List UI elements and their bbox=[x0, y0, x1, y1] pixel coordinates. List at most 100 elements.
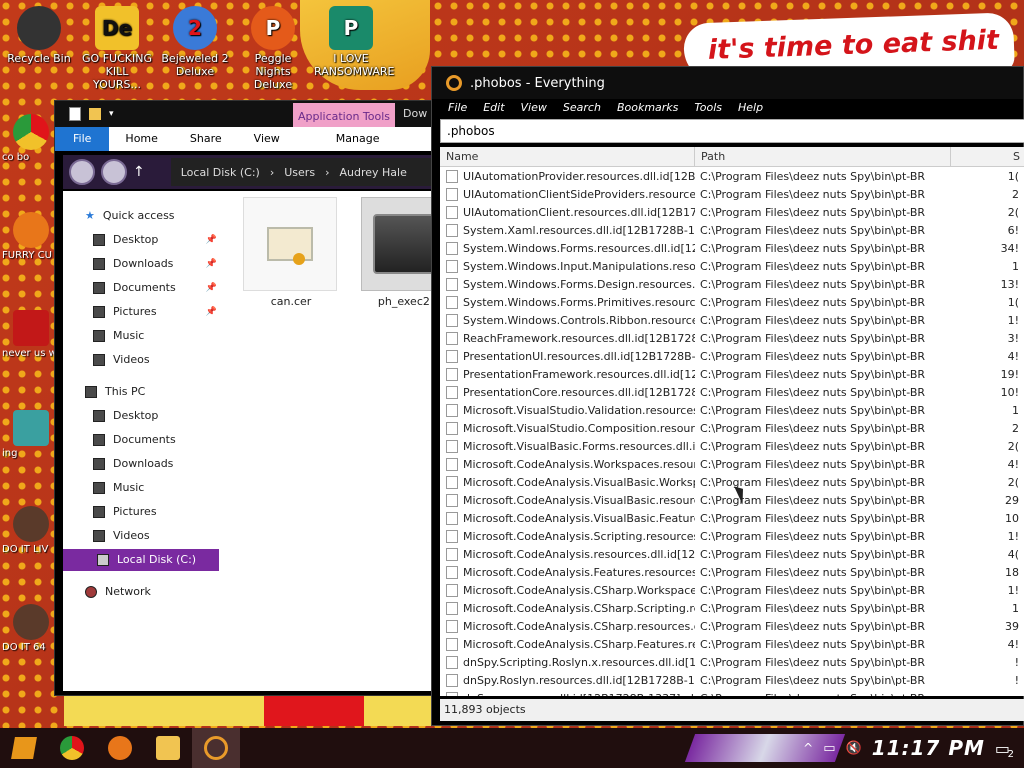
nav-network[interactable]: Network bbox=[85, 581, 213, 603]
desktop-icon-de[interactable]: De GO FUCKING KILL YOURS... bbox=[80, 6, 154, 91]
table-row[interactable]: System.Windows.Forms.Design.resources.dl… bbox=[440, 275, 1024, 293]
table-row[interactable]: UIAutomationClientSideProviders.resource… bbox=[440, 185, 1024, 203]
search-input[interactable]: .phobos bbox=[440, 119, 1024, 143]
nav-qa-desktop[interactable]: Desktop 📌 bbox=[93, 229, 221, 251]
table-row[interactable]: Microsoft.VisualStudio.Validation.resour… bbox=[440, 401, 1024, 419]
desktop-icon-hq[interactable]: ing bbox=[2, 410, 60, 460]
table-row[interactable]: Microsoft.CodeAnalysis.resources.dll.id[… bbox=[440, 545, 1024, 563]
nav-qa-documents[interactable]: Documents 📌 bbox=[93, 277, 221, 299]
taskbar-firefox[interactable] bbox=[96, 728, 144, 768]
table-row[interactable]: PresentationCore.resources.dll.id[12B172… bbox=[440, 383, 1024, 401]
forward-button[interactable] bbox=[101, 159, 127, 185]
desktop-icon-bejeweled[interactable]: 2 Bejeweled 2 Deluxe bbox=[158, 6, 232, 78]
table-row[interactable]: System.Windows.Input.Manipulations.resou… bbox=[440, 257, 1024, 275]
start-button[interactable] bbox=[0, 728, 48, 768]
column-header-path[interactable]: Path bbox=[695, 147, 951, 166]
nav-local-disk[interactable]: Local Disk (C:) bbox=[63, 549, 219, 571]
menu-search[interactable]: Search bbox=[555, 99, 609, 117]
table-row[interactable]: dnSpy.Roslyn.resources.dll.id[12B1728B-1… bbox=[440, 671, 1024, 689]
table-row[interactable]: PresentationFramework.resources.dll.id[1… bbox=[440, 365, 1024, 383]
menu-edit[interactable]: Edit bbox=[475, 99, 512, 117]
nav-qa-pictures[interactable]: Pictures 📌 bbox=[93, 301, 221, 323]
nav-pc-videos[interactable]: Videos bbox=[93, 525, 221, 547]
menu-bookmarks[interactable]: Bookmarks bbox=[609, 99, 686, 117]
table-row[interactable]: Microsoft.CodeAnalysis.Features.resource… bbox=[440, 563, 1024, 581]
nav-qa-downloads[interactable]: Downloads 📌 bbox=[93, 253, 221, 275]
tab-share[interactable]: Share bbox=[174, 127, 238, 151]
chevron-up-icon[interactable]: ^ bbox=[803, 741, 813, 755]
table-row[interactable]: Microsoft.CodeAnalysis.VisualBasic.Featu… bbox=[440, 509, 1024, 527]
nav-qa-videos[interactable]: Videos bbox=[93, 349, 221, 371]
desktop-icon-chrome[interactable]: co bo bbox=[2, 114, 60, 164]
up-arrow-icon[interactable]: ↑ bbox=[133, 164, 145, 180]
desktop-icon-peggle[interactable]: P Peggle Nights Deluxe bbox=[236, 6, 310, 91]
notification-icon[interactable]: ▭ 2 bbox=[995, 739, 1014, 760]
nav-pc-pictures[interactable]: Pictures bbox=[93, 501, 221, 523]
table-row[interactable]: System.Windows.Forms.resources.dll.id[12… bbox=[440, 239, 1024, 257]
table-row[interactable]: Microsoft.VisualBasic.Forms.resources.dl… bbox=[440, 437, 1024, 455]
clock[interactable]: 11:17 PM bbox=[872, 736, 985, 760]
breadcrumb-item[interactable]: Users bbox=[284, 166, 315, 179]
table-row[interactable]: System.Windows.Controls.Ribbon.resources… bbox=[440, 311, 1024, 329]
file-item[interactable]: can.cer bbox=[243, 197, 339, 309]
nav-this-pc[interactable]: This PC bbox=[85, 381, 213, 403]
nav-quick-access[interactable]: ★ Quick access bbox=[85, 205, 213, 227]
taskbar-everything[interactable] bbox=[192, 728, 240, 768]
desktop-icon-do-it-64[interactable]: DO IT 64 bbox=[2, 604, 60, 654]
table-row[interactable]: dnSpy.Scripting.Roslyn.x.resources.dll.i… bbox=[440, 653, 1024, 671]
table-row[interactable]: UIAutomationClient.resources.dll.id[12B1… bbox=[440, 203, 1024, 221]
back-button[interactable] bbox=[69, 159, 95, 185]
taskbar-chrome[interactable] bbox=[48, 728, 96, 768]
tab-view[interactable]: View bbox=[238, 127, 296, 151]
menu-file[interactable]: File bbox=[440, 99, 475, 117]
name-cell: dnSpy.Roslyn.resources.dll.id[12B1728B-1… bbox=[440, 673, 695, 687]
everything-window[interactable]: .phobos - Everything File Edit View Sear… bbox=[431, 66, 1024, 726]
table-row[interactable]: Microsoft.CodeAnalysis.CSharp.Features.r… bbox=[440, 635, 1024, 653]
column-header-name[interactable]: Name bbox=[440, 147, 695, 166]
taskbar-file-explorer[interactable] bbox=[144, 728, 192, 768]
table-row[interactable]: UIAutomationProvider.resources.dll.id[12… bbox=[440, 167, 1024, 185]
new-folder-icon[interactable] bbox=[89, 108, 101, 120]
desktop-icon-do-it-live[interactable]: DO IT LIV bbox=[2, 506, 60, 556]
desktop-icon-firefox[interactable]: FURRY CU bbox=[2, 212, 60, 262]
table-row[interactable]: ReachFramework.resources.dll.id[12B1728B… bbox=[440, 329, 1024, 347]
table-row[interactable]: dnSpy.resources.dll.id[12B1728B-1337].ph… bbox=[440, 689, 1024, 696]
table-row[interactable]: System.Xaml.resources.dll.id[12B1728B-13… bbox=[440, 221, 1024, 239]
table-row[interactable]: PresentationUI.resources.dll.id[12B1728B… bbox=[440, 347, 1024, 365]
table-row[interactable]: Microsoft.CodeAnalysis.VisualBasic.Works… bbox=[440, 473, 1024, 491]
menu-tools[interactable]: Tools bbox=[686, 99, 730, 117]
table-row[interactable]: Microsoft.VisualStudio.Composition.resou… bbox=[440, 419, 1024, 437]
nav-pc-desktop[interactable]: Desktop bbox=[93, 405, 221, 427]
table-row[interactable]: Microsoft.CodeAnalysis.CSharp.resources.… bbox=[440, 617, 1024, 635]
table-row[interactable]: Microsoft.CodeAnalysis.VisualBasic.resou… bbox=[440, 491, 1024, 509]
properties-icon[interactable] bbox=[69, 107, 81, 121]
file-explorer-window[interactable]: ▾ Application Tools Dow File Home Share … bbox=[54, 100, 455, 696]
breadcrumb[interactable]: Local Disk (C:) › Users › Audrey Hale bbox=[170, 158, 441, 186]
nav-pc-downloads[interactable]: Downloads bbox=[93, 453, 221, 475]
menu-help[interactable]: Help bbox=[730, 99, 771, 117]
tab-home[interactable]: Home bbox=[109, 127, 173, 151]
table-row[interactable]: System.Windows.Forms.Primitives.resource… bbox=[440, 293, 1024, 311]
column-header-size[interactable]: S bbox=[951, 147, 1024, 166]
tab-application-tools[interactable]: Application Tools bbox=[293, 103, 395, 129]
network-icon[interactable]: ▭ bbox=[823, 741, 835, 756]
menu-view[interactable]: View bbox=[513, 99, 555, 117]
desktop-icon-recycle-bin[interactable]: Recycle Bin bbox=[2, 6, 76, 65]
desktop-icon-ransomware[interactable]: P I LOVE RANSOMWARE bbox=[314, 6, 394, 78]
nav-qa-music[interactable]: Music bbox=[93, 325, 221, 347]
tab-manage[interactable]: Manage bbox=[296, 127, 396, 151]
breadcrumb-item[interactable]: Audrey Hale bbox=[339, 166, 406, 179]
table-row[interactable]: Microsoft.CodeAnalysis.Workspaces.resour… bbox=[440, 455, 1024, 473]
desktop-icon-devcpp[interactable]: never us why is it bbox=[2, 310, 60, 360]
breadcrumb-item[interactable]: Local Disk (C:) bbox=[181, 166, 260, 179]
table-row[interactable]: Microsoft.CodeAnalysis.CSharp.Scripting.… bbox=[440, 599, 1024, 617]
tab-file[interactable]: File bbox=[55, 127, 110, 151]
table-row[interactable]: Microsoft.CodeAnalysis.CSharp.Workspaces… bbox=[440, 581, 1024, 599]
volume-muted-icon[interactable]: 🔇 bbox=[846, 741, 862, 756]
nav-pc-music[interactable]: Music bbox=[93, 477, 221, 499]
chevron-down-icon[interactable]: ▾ bbox=[109, 109, 114, 119]
nav-pc-documents[interactable]: Documents bbox=[93, 429, 221, 451]
tab-cut-label[interactable]: Dow bbox=[403, 107, 427, 120]
table-row[interactable]: Microsoft.CodeAnalysis.Scripting.resourc… bbox=[440, 527, 1024, 545]
everything-titlebar[interactable]: .phobos - Everything bbox=[432, 67, 1023, 99]
